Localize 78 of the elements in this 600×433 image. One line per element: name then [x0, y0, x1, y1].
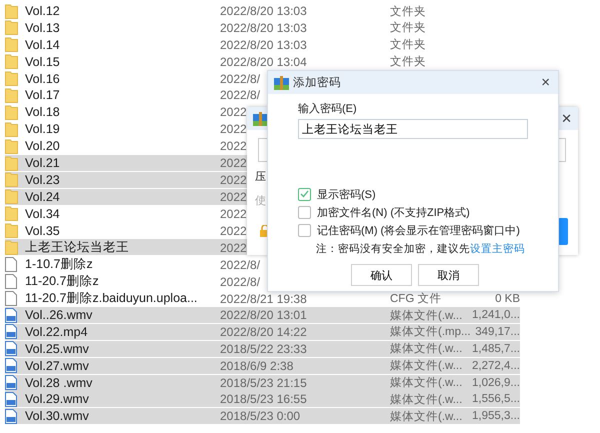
checkbox-label: 记住密码(M) (将会显示在管理密码窗口中) [317, 224, 520, 238]
file-size: 1,556,5... [472, 393, 520, 406]
checkbox-label: 加密文件名(N) (不支持ZIP格式) [317, 206, 470, 220]
modified-date: 2022/8/20 13:03 [220, 20, 307, 35]
file-type: 文件夹 [390, 4, 426, 18]
modified-date: 2022 [220, 105, 247, 120]
file-name: Vol..26.wmv [25, 308, 92, 322]
file-type: 媒体文件(.w... [390, 308, 462, 323]
file-size: 1,485,7... [472, 342, 520, 355]
file-size: 1,955,3... [472, 410, 520, 422]
file-name: Vol.27.wmv [25, 358, 89, 373]
modified-date: 2022/8/20 13:03 [220, 38, 307, 52]
file-name: Vol.12 [25, 4, 60, 18]
modified-date: 2022/8/ [220, 258, 260, 272]
field-label: 输入密码(E) [298, 102, 357, 116]
security-note: 注：密码没有安全加密，建议先设置主密码 [316, 242, 525, 256]
file-size: 2,272,4... [472, 360, 520, 372]
option-label: 使 [255, 195, 266, 208]
file-type: 媒体文件(.w... [390, 342, 462, 356]
file-size: 349,17... [475, 326, 520, 338]
file-name: Vol.34 [25, 206, 60, 221]
file-type: 媒体文件(.w... [390, 376, 462, 390]
file-type: 媒体文件(.mp... [390, 324, 471, 340]
file-name: Vol.25.wmv [25, 342, 89, 356]
file-name: Vol.30.wmv [25, 409, 89, 424]
modified-date: 2022 [220, 240, 247, 255]
modified-date: 2022/8/20 13:04 [220, 54, 307, 69]
modified-date: 2022/8/20 13:01 [220, 308, 307, 322]
file-type: 媒体文件(.w... [390, 410, 462, 424]
modified-date: 2022 [220, 156, 247, 170]
modified-date: 2022/8/20 14:22 [220, 324, 307, 339]
file-name: Vol.13 [25, 20, 60, 35]
modified-date: 2022/8/ [220, 274, 260, 289]
file-name: Vol.19 [25, 122, 60, 136]
file-type: 媒体文件(.w... [390, 392, 462, 407]
modified-date: 2022 [220, 139, 247, 154]
file-name: Vol.20 [25, 139, 60, 154]
modified-date: 2018/5/23 21:15 [220, 376, 307, 390]
modified-date: 2018/5/23 16:55 [220, 392, 307, 406]
modified-date: 2018/6/9 2:38 [220, 358, 294, 373]
modified-date: 2022 [220, 122, 247, 136]
file-size: 1,026,9... [472, 376, 520, 389]
file-name: Vol.15 [25, 54, 60, 69]
file-name: Vol.35 [25, 224, 60, 238]
file-size: 1,241,0... [472, 309, 520, 322]
modified-date: 2018/5/23 0:00 [220, 409, 300, 424]
checkbox-label: 显示密码(S) [317, 188, 376, 202]
file-name: Vol.21 [25, 156, 60, 170]
modified-date: 2022/8/21 19:38 [220, 292, 307, 306]
file-type: 文件夹 [390, 20, 426, 36]
file-name: Vol.16 [25, 72, 60, 86]
modified-date: 2022 [220, 224, 247, 238]
file-size: 0 KB [495, 292, 520, 305]
file-type: CFG 文件 [390, 292, 442, 306]
file-name: 11-20.7删除z [25, 273, 99, 290]
file-name: 1-10.7删除z [25, 256, 93, 274]
file-name: Vol.18 [25, 105, 60, 120]
modified-date: 2018/5/22 23:33 [220, 342, 307, 356]
file-name: 11-20.7删除z.baiduyun.uploa... [25, 290, 198, 308]
file-name: Vol.29.wmv [25, 392, 89, 406]
file-name: 上老王论坛当老王 [25, 239, 129, 256]
modified-date: 2022/8/ [220, 88, 260, 102]
option-label: 压 [255, 171, 266, 184]
modified-date: 2022 [220, 172, 247, 187]
modified-date: 2022/8/20 13:03 [220, 4, 307, 18]
dialog-title: 添加密码 [293, 75, 342, 90]
file-type: 文件夹 [390, 54, 426, 70]
modified-date: 2022 [220, 206, 247, 221]
modified-date: 2022/8/ [220, 72, 260, 86]
file-name: Vol.14 [25, 38, 60, 52]
file-name: Vol.28 .wmv [25, 376, 92, 390]
file-type: 文件夹 [390, 38, 426, 52]
file-name: Vol.23 [25, 172, 60, 187]
file-name: Vol.17 [25, 88, 60, 102]
file-name: Vol.24 [25, 190, 60, 204]
file-name: Vol.22.mp4 [25, 324, 88, 339]
file-type: 媒体文件(.w... [390, 358, 462, 374]
modified-date: 2022 [220, 190, 247, 204]
